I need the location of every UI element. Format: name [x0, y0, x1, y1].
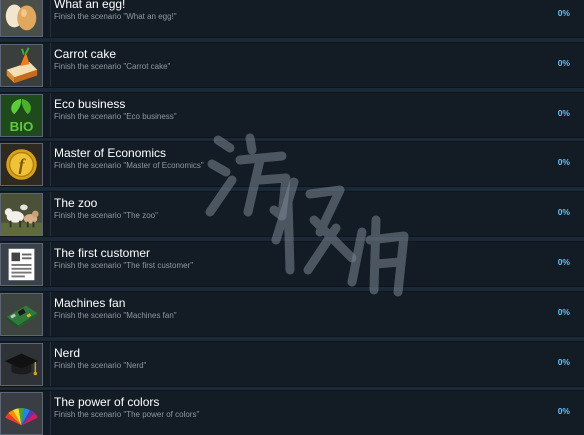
achievement-row[interactable]: The power of colors Finish the scenario "… [0, 390, 584, 435]
achievement-title: The zoo [54, 196, 98, 211]
bio-leaf-icon: BIO [0, 93, 43, 137]
achievement-percent: 0% [557, 207, 570, 218]
achievement-row[interactable]: Machines fan Finish the scenario "Machine… [0, 290, 584, 337]
achievement-title: What an egg! [54, 0, 126, 11]
achievement-title: Eco business [54, 96, 126, 111]
achievement-percent: 0% [557, 257, 570, 267]
achievement-text: The power of colors Finish the scenario "… [50, 391, 584, 435]
circuit-board-icon [0, 292, 43, 336]
achievement-title: The power of colors [54, 395, 160, 410]
achievement-text: Machines fan Finish the scenario "Machine… [50, 291, 584, 336]
achievement-description: Finish the scenario "The zoo" [54, 211, 158, 221]
achievement-text: What an egg! Finish the scenario "What an… [50, 0, 584, 37]
achievement-row[interactable]: The first customer Finish the scenario "T… [0, 241, 584, 287]
achievement-row[interactable]: The zoo Finish the scenario "The zoo" 0% [0, 191, 584, 238]
farm-animals-icon [0, 193, 43, 237]
achievement-row[interactable]: Carrot cake Finish the scenario "Carrot c… [0, 41, 584, 88]
egg-icon [0, 0, 43, 37]
color-fan-icon [0, 392, 43, 435]
achievement-description: Finish the scenario "Eco business" [54, 111, 177, 121]
achievement-row[interactable]: BIO Eco business Finish the scenario "Eco … [0, 91, 584, 138]
achievement-title: Master of Economics [54, 146, 167, 161]
document-icon [0, 243, 43, 286]
achievement-row[interactable]: What an egg! Finish the scenario "What an… [0, 0, 584, 38]
gold-coin-icon: f [0, 143, 43, 187]
achievement-description: Finish the scenario "Nerd" [54, 360, 147, 370]
achievement-percent: 0% [557, 157, 570, 168]
achievement-description: Finish the scenario "What an egg!" [54, 12, 177, 21]
carrot-cake-icon [0, 43, 43, 87]
achievement-description: Finish the scenario "Carrot cake" [54, 61, 171, 71]
achievement-description: Finish the scenario "Master of Economics… [54, 161, 204, 171]
achievement-title: Nerd [54, 345, 81, 360]
achievement-text: Master of Economics Finish the scenario "… [50, 142, 584, 187]
achievement-row[interactable]: f Master of Economics Finish the scenario … [0, 141, 584, 188]
achievement-percent: 0% [557, 406, 570, 417]
achievement-row[interactable]: Nerd Finish the scenario "Nerd" 0% [0, 340, 584, 387]
svg-text:BIO: BIO [10, 119, 34, 134]
achievement-percent: 0% [557, 356, 570, 367]
achievement-description: Finish the scenario "The power of colors… [54, 410, 200, 420]
achievement-percent: 0% [557, 107, 570, 118]
achievement-text: Eco business Finish the scenario "Eco bus… [50, 92, 584, 137]
achievement-percent: 0% [557, 57, 570, 68]
achievement-text: Nerd Finish the scenario "Nerd" 0% [50, 341, 584, 386]
graduation-cap-icon [0, 342, 43, 386]
achievement-title: Machines fan [54, 295, 126, 310]
achievement-title: The first customer [54, 246, 151, 260]
achievement-text: The zoo Finish the scenario "The zoo" 0% [50, 192, 584, 237]
achievement-list: What an egg! Finish the scenario "What an… [0, 0, 584, 435]
achievement-percent: 0% [557, 8, 570, 18]
achievement-text: The first customer Finish the scenario "T… [50, 242, 584, 286]
achievement-title: Carrot cake [54, 46, 117, 61]
achievement-percent: 0% [557, 306, 570, 317]
achievement-description: Finish the scenario "The first customer" [54, 261, 194, 270]
achievement-description: Finish the scenario "Machines fan" [54, 310, 177, 320]
achievement-text: Carrot cake Finish the scenario "Carrot c… [50, 42, 584, 87]
